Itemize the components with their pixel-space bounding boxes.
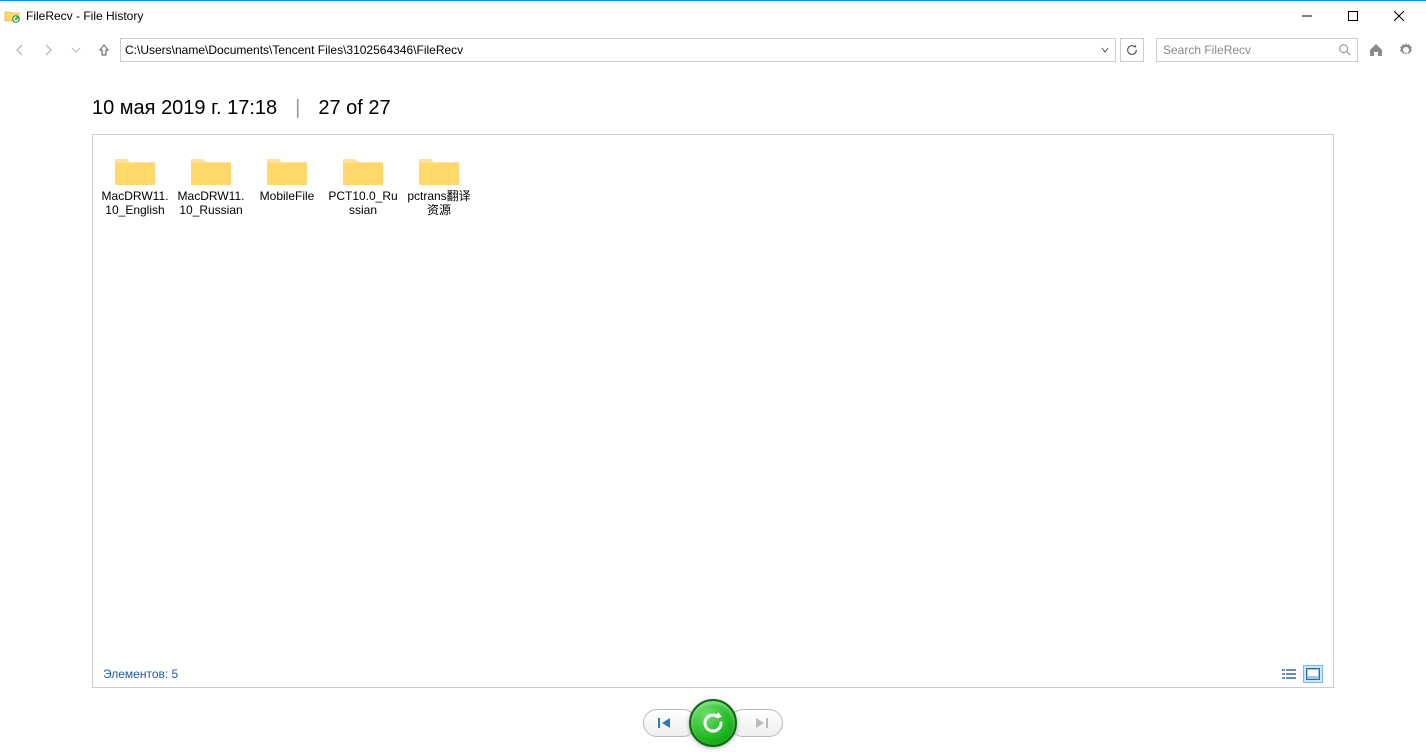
view-icons-button[interactable] [1303, 665, 1323, 683]
up-button[interactable] [92, 38, 116, 62]
search-icon [1333, 43, 1357, 57]
folder-item[interactable]: MacDRW11.10_Russian [173, 143, 249, 221]
folder-icon [339, 147, 387, 187]
folder-item[interactable]: MacDRW11.10_English [97, 143, 173, 221]
title-bar: FileRecv - File History [0, 1, 1426, 31]
folder-label: MacDRW11.10_Russian [175, 189, 247, 217]
status-bar: Элементов: 5 [93, 661, 1333, 687]
folder-icon [263, 147, 311, 187]
forward-button[interactable] [36, 38, 60, 62]
maximize-button[interactable] [1330, 1, 1376, 31]
snapshot-header: 10 мая 2019 г. 17:18 | 27 of 27 [0, 69, 1426, 130]
app-icon [4, 8, 20, 24]
folder-label: pctrans翻译资源 [403, 189, 475, 217]
back-button[interactable] [8, 38, 32, 62]
folder-item[interactable]: PCT10.0_Russian [325, 143, 401, 221]
snapshot-datetime: 10 мая 2019 г. 17:18 [92, 97, 277, 120]
home-button[interactable] [1364, 38, 1388, 62]
close-button[interactable] [1376, 1, 1422, 31]
folder-icon [187, 147, 235, 187]
separator: | [295, 97, 300, 120]
address-bar[interactable] [120, 38, 1116, 62]
folder-item[interactable]: pctrans翻译资源 [401, 143, 477, 221]
settings-gear-icon[interactable] [1394, 38, 1418, 62]
folder-label: MobileFile [251, 189, 323, 203]
folder-icon [415, 147, 463, 187]
recent-dropdown-button[interactable] [64, 38, 88, 62]
folder-icon [111, 147, 159, 187]
bottom-controls [0, 698, 1426, 748]
folder-label: PCT10.0_Russian [327, 189, 399, 217]
snapshot-position: 27 of 27 [318, 97, 390, 120]
folder-label: MacDRW11.10_English [99, 189, 171, 217]
folder-item[interactable]: MobileFile [249, 143, 325, 221]
items-grid[interactable]: MacDRW11.10_English MacDRW11.10_Russian [93, 135, 1333, 237]
file-panel: MacDRW11.10_English MacDRW11.10_Russian [92, 134, 1334, 688]
item-count-label: Элементов: 5 [103, 667, 178, 681]
toolbar [0, 31, 1426, 69]
window-title: FileRecv - File History [26, 9, 143, 23]
next-version-button[interactable] [729, 709, 783, 737]
address-dropdown-button[interactable] [1095, 39, 1115, 61]
search-input[interactable] [1157, 43, 1333, 57]
restore-button[interactable] [689, 699, 737, 747]
search-box[interactable] [1156, 38, 1358, 62]
content-area: 10 мая 2019 г. 17:18 | 27 of 27 MacDRW11… [0, 69, 1426, 748]
refresh-button[interactable] [1120, 38, 1144, 62]
view-details-button[interactable] [1279, 665, 1299, 683]
address-input[interactable] [121, 39, 1095, 61]
minimize-button[interactable] [1284, 1, 1330, 31]
